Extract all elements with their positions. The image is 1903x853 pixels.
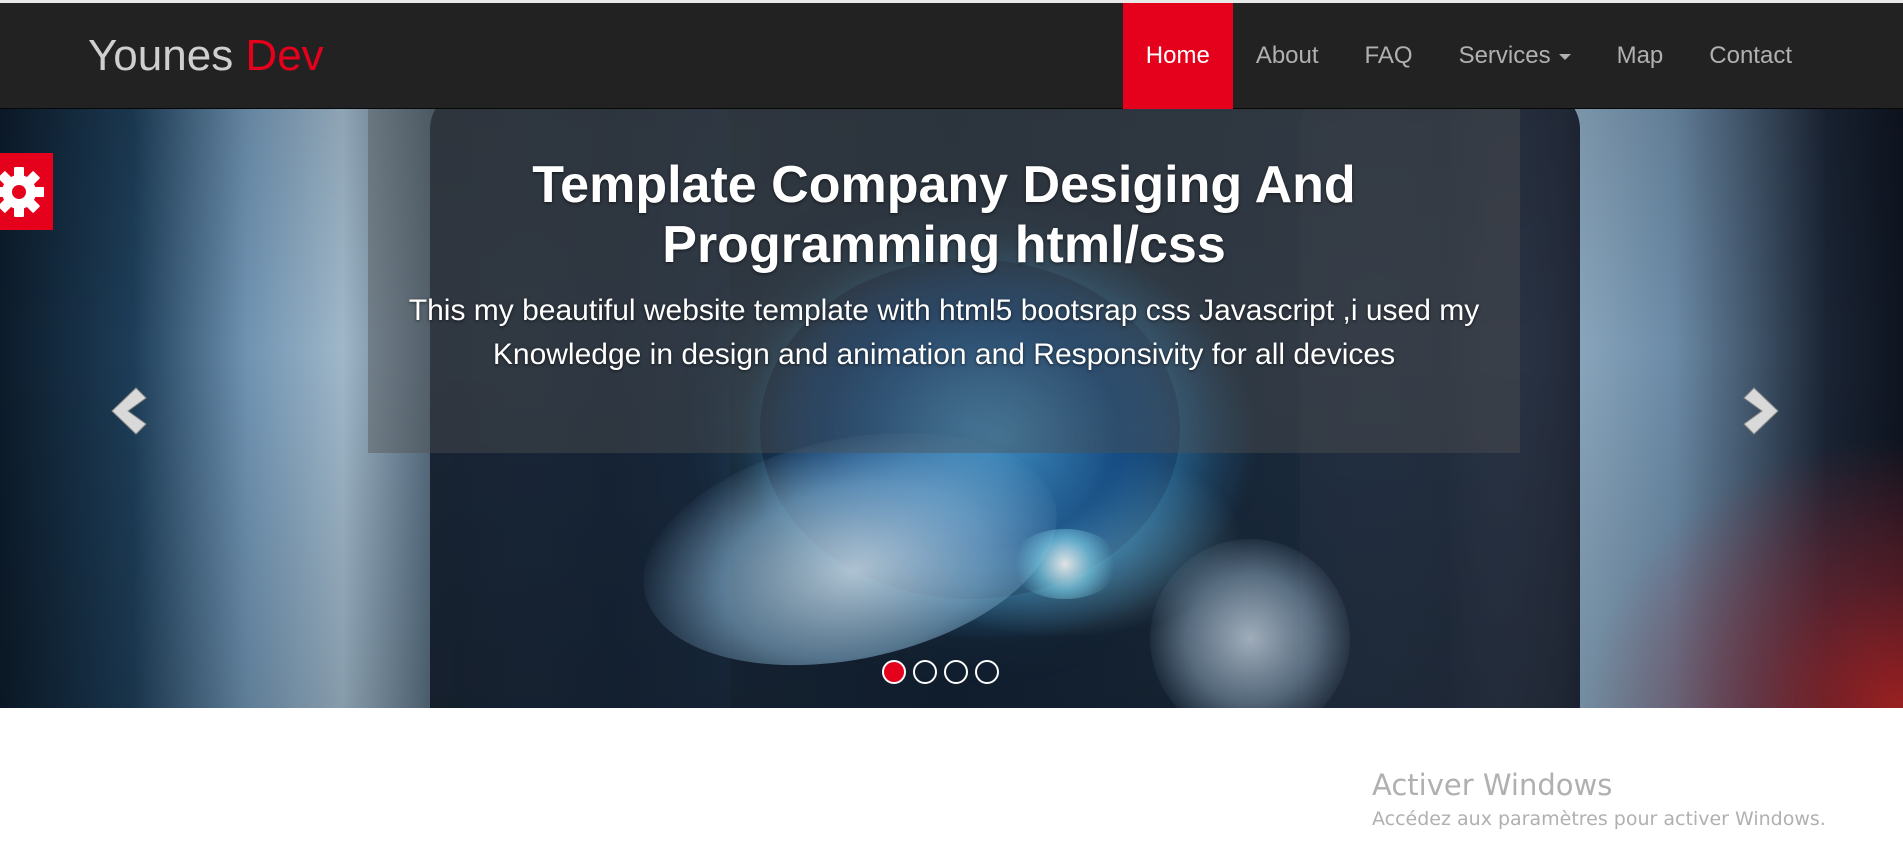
nav-item-map[interactable]: Map xyxy=(1594,3,1687,109)
nav-item-services-label: Services xyxy=(1458,42,1551,69)
carousel-indicator-4[interactable] xyxy=(975,660,999,684)
watermark-title: Activer Windows xyxy=(1372,768,1613,802)
brand-main-text: Younes xyxy=(88,31,246,80)
chevron-left-icon xyxy=(111,387,147,435)
carousel-indicator-3[interactable] xyxy=(944,660,968,684)
brand-logo[interactable]: Younes Dev xyxy=(88,31,324,81)
brand-accent-text: Dev xyxy=(245,31,324,80)
nav-item-contact[interactable]: Contact xyxy=(1686,3,1815,109)
nav-item-services[interactable]: Services xyxy=(1436,3,1594,109)
nav-item-faq[interactable]: FAQ xyxy=(1342,3,1436,109)
navbar: Younes Dev Home About FAQ Services Map C… xyxy=(0,3,1903,109)
nav-menu: Home About FAQ Services Map Contact xyxy=(1122,3,1815,109)
caret-down-icon xyxy=(1558,54,1571,60)
gear-icon xyxy=(0,166,44,217)
windows-activation-watermark: Activer Windows Accédez aux paramètres p… xyxy=(1372,767,1826,833)
hero-carousel: Template Company Desiging And Programmin… xyxy=(0,109,1903,708)
carousel-indicator-2[interactable] xyxy=(913,660,937,684)
caption-title: Template Company Desiging And Programmin… xyxy=(532,156,1356,274)
carousel-indicator-1[interactable] xyxy=(882,660,906,684)
carousel-indicators xyxy=(882,660,999,684)
chevron-right-icon xyxy=(1743,387,1779,435)
carousel-next-button[interactable] xyxy=(1732,381,1792,441)
settings-toggle-button[interactable] xyxy=(0,153,53,230)
carousel-caption: Template Company Desiging And Programmin… xyxy=(368,109,1520,453)
carousel-prev-button[interactable] xyxy=(98,381,158,441)
nav-item-home[interactable]: Home xyxy=(1122,3,1233,109)
nav-item-about[interactable]: About xyxy=(1233,3,1342,109)
watermark-subtitle: Accédez aux paramètres pour activer Wind… xyxy=(1372,808,1826,830)
caption-text: This my beautiful website template with … xyxy=(408,294,1480,371)
